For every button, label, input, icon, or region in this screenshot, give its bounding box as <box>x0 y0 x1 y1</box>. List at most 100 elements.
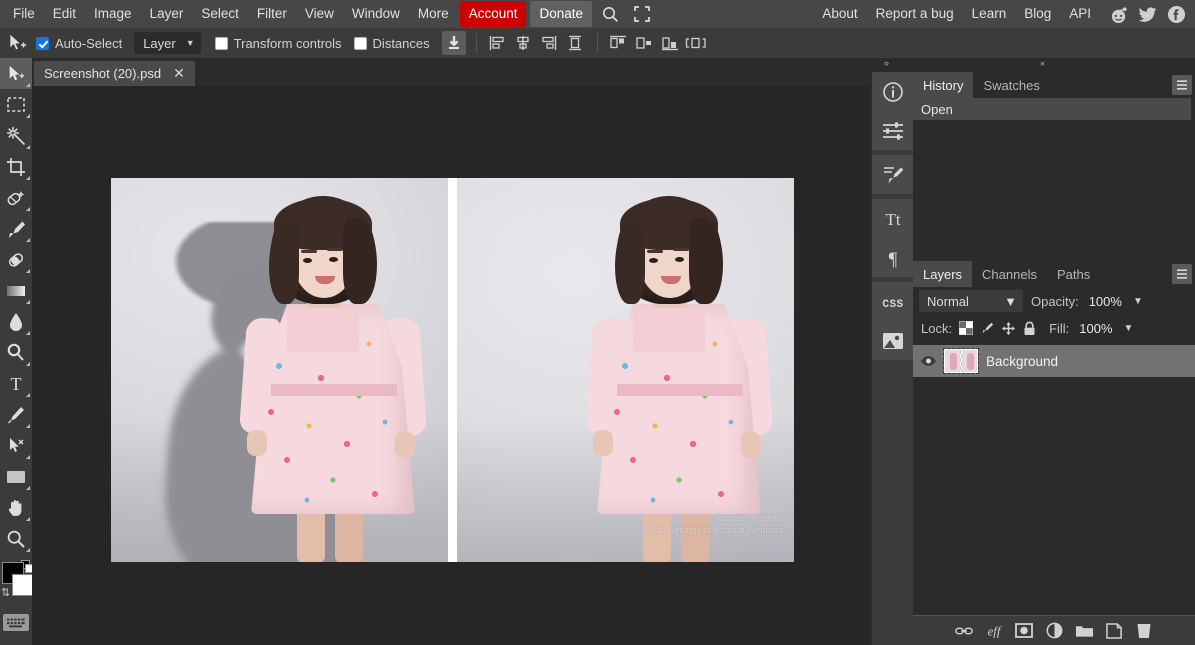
panel-menu-icon[interactable] <box>1172 264 1192 284</box>
info-icon[interactable] <box>872 72 913 111</box>
delete-layer-icon[interactable] <box>1134 621 1154 641</box>
lock-transparency-icon[interactable] <box>957 319 975 337</box>
fullscreen-icon[interactable] <box>629 1 655 27</box>
close-icon[interactable]: ✕ <box>173 65 185 82</box>
download-icon[interactable] <box>442 31 466 55</box>
menu-item-layer[interactable]: Layer <box>141 2 193 26</box>
search-icon[interactable] <box>597 1 623 27</box>
adjustments-icon[interactable] <box>872 111 913 150</box>
distribute-spacing-icon[interactable] <box>684 31 708 55</box>
gradient-tool[interactable] <box>0 275 32 306</box>
tab-swatches[interactable]: Swatches <box>973 72 1049 98</box>
adjustment-layer-icon[interactable] <box>1044 621 1064 641</box>
menu-item-report-a-bug[interactable]: Report a bug <box>867 2 963 26</box>
image-icon[interactable] <box>872 321 913 360</box>
tool-corner-marker <box>26 176 30 180</box>
path-select-tool[interactable] <box>0 430 32 461</box>
panel-menu-icon[interactable] <box>1172 75 1192 95</box>
css-icon[interactable]: CSS <box>872 282 913 321</box>
new-group-icon[interactable] <box>1074 621 1094 641</box>
history-list[interactable]: Open <box>913 98 1195 253</box>
lock-position-icon[interactable] <box>999 319 1017 337</box>
donate-button[interactable]: Donate <box>530 1 592 27</box>
zoom-tool[interactable] <box>0 523 32 554</box>
menu-item-learn[interactable]: Learn <box>963 2 1016 26</box>
move-tool[interactable] <box>0 58 32 89</box>
menu-item-view[interactable]: View <box>296 2 343 26</box>
menu-item-api[interactable]: API <box>1060 2 1100 26</box>
lock-pixels-icon[interactable] <box>978 319 996 337</box>
auto-select-checkbox[interactable]: Auto-Select <box>36 36 122 51</box>
menu-item-window[interactable]: Window <box>343 2 409 26</box>
opacity-slider-toggle[interactable]: ▼ <box>1133 296 1143 307</box>
canvas-viewport[interactable]: Activate Windows Go to Settings to activ… <box>32 86 870 645</box>
transform-controls-checkbox[interactable]: Transform controls <box>215 36 342 51</box>
canvas-image[interactable]: Activate Windows Go to Settings to activ… <box>111 178 794 562</box>
twitter-icon[interactable] <box>1136 3 1158 25</box>
pen-tool[interactable] <box>0 399 32 430</box>
menu-item-about[interactable]: About <box>813 2 866 26</box>
character-icon[interactable]: Tt <box>872 199 913 238</box>
distances-checkbox-box[interactable] <box>354 37 367 50</box>
facebook-icon[interactable] <box>1165 3 1187 25</box>
layer-visibility-eye-icon[interactable] <box>919 352 937 370</box>
account-button[interactable]: Account <box>460 1 527 27</box>
link-layers-icon[interactable] <box>954 621 974 641</box>
align-left-icon[interactable] <box>485 31 509 55</box>
distribute-bottom-icon[interactable] <box>658 31 682 55</box>
shape-tool[interactable] <box>0 461 32 492</box>
type-tool[interactable]: T <box>0 368 32 399</box>
menu-item-image[interactable]: Image <box>85 2 141 26</box>
menu-item-more[interactable]: More <box>409 2 458 26</box>
table-row[interactable]: Background <box>913 345 1195 377</box>
transform-controls-checkbox-box[interactable] <box>215 37 228 50</box>
tab-history[interactable]: History <box>913 72 973 98</box>
eraser-tool[interactable] <box>0 244 32 275</box>
tab-paths[interactable]: Paths <box>1047 261 1100 287</box>
add-mask-icon[interactable] <box>1014 621 1034 641</box>
menu-item-select[interactable]: Select <box>192 2 248 26</box>
layer-select-dropdown[interactable]: Layer ▼ <box>134 32 200 54</box>
hand-tool[interactable] <box>0 492 32 523</box>
blend-mode-dropdown[interactable]: Normal ▼ <box>919 290 1023 312</box>
tab-channels[interactable]: Channels <box>972 261 1047 287</box>
lock-all-icon[interactable] <box>1020 319 1038 337</box>
paragraph-icon[interactable]: ¶ <box>872 238 913 277</box>
history-item-open[interactable]: Open <box>913 98 1191 120</box>
magic-wand-tool[interactable] <box>0 120 32 151</box>
opacity-value[interactable]: 100% <box>1084 292 1127 311</box>
auto-select-checkbox-box[interactable] <box>36 37 49 50</box>
reddit-icon[interactable] <box>1107 3 1129 25</box>
move-tool-icon[interactable] <box>4 30 30 56</box>
align-right-icon[interactable] <box>537 31 561 55</box>
menu-item-file[interactable]: File <box>4 2 44 26</box>
layer-thumbnail[interactable] <box>944 349 978 373</box>
align-center-horizontal-icon[interactable] <box>511 31 535 55</box>
menu-item-edit[interactable]: Edit <box>44 2 85 26</box>
menu-item-filter[interactable]: Filter <box>248 2 296 26</box>
brush-settings-icon[interactable] <box>872 155 913 194</box>
menu-item-blog[interactable]: Blog <box>1015 2 1060 26</box>
crop-tool[interactable] <box>0 151 32 182</box>
color-swatches[interactable]: ⇅ <box>0 560 32 604</box>
swap-colors-icon[interactable]: ⇅ <box>1 586 10 599</box>
fill-value[interactable]: 100% <box>1074 319 1117 338</box>
patch-tool[interactable] <box>0 182 32 213</box>
align-middle-vertical-icon[interactable] <box>563 31 587 55</box>
layer-effects-icon[interactable]: eff <box>984 621 1004 641</box>
brush-tool[interactable] <box>0 213 32 244</box>
rectangular-marquee-tool[interactable] <box>0 89 32 120</box>
distribute-center-icon[interactable] <box>632 31 656 55</box>
distribute-top-icon[interactable] <box>606 31 630 55</box>
document-tab[interactable]: Screenshot (20).psd ✕ <box>34 61 195 86</box>
fill-slider-toggle[interactable]: ▼ <box>1124 323 1134 334</box>
collapse-rail-chevron[interactable]: ‹› <box>884 58 888 68</box>
dodge-tool[interactable] <box>0 337 32 368</box>
keyboard-icon[interactable] <box>3 614 29 631</box>
background-color-swatch[interactable] <box>12 574 34 596</box>
distances-checkbox[interactable]: Distances <box>354 36 430 51</box>
new-layer-icon[interactable] <box>1104 621 1124 641</box>
collapse-panels-chevron[interactable]: ›‹ <box>1040 58 1044 68</box>
tab-layers[interactable]: Layers <box>913 261 972 287</box>
blur-tool[interactable] <box>0 306 32 337</box>
